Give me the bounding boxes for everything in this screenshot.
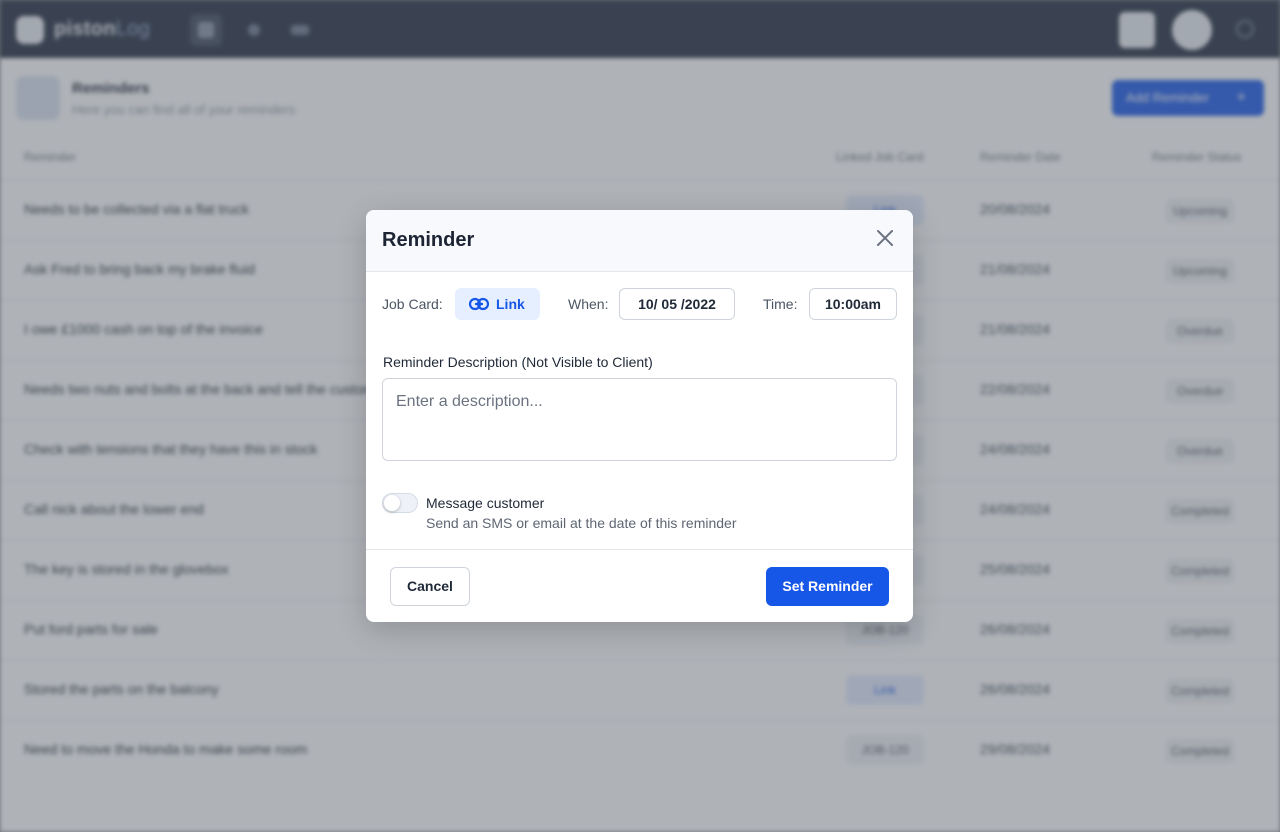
link-label: Link xyxy=(496,296,525,312)
toggle-knob xyxy=(384,495,400,511)
modal-header: Reminder xyxy=(366,210,913,272)
job-card-link-button[interactable]: Link xyxy=(455,288,540,320)
message-customer-subtitle: Send an SMS or email at the date of this… xyxy=(426,515,737,531)
when-label: When: xyxy=(568,296,609,312)
description-textarea[interactable] xyxy=(382,378,897,461)
time-input[interactable]: 10:00am xyxy=(809,288,897,320)
date-input[interactable]: 10/ 05 /2022 xyxy=(619,288,735,320)
job-card-label: Job Card: xyxy=(382,296,443,312)
time-label: Time: xyxy=(763,296,798,312)
close-icon[interactable] xyxy=(874,227,896,249)
modal-footer: Cancel Set Reminder xyxy=(366,549,913,622)
cancel-button[interactable]: Cancel xyxy=(390,567,470,606)
message-customer-title: Message customer xyxy=(426,495,545,511)
description-label: Reminder Description (Not Visible to Cli… xyxy=(383,354,653,370)
set-reminder-button[interactable]: Set Reminder xyxy=(766,567,889,606)
message-customer-toggle[interactable] xyxy=(382,493,418,513)
reminder-modal: Reminder Job Card: Link When: 10/ 05 /20… xyxy=(366,210,913,622)
modal-title: Reminder xyxy=(382,229,475,251)
link-icon xyxy=(469,297,489,311)
